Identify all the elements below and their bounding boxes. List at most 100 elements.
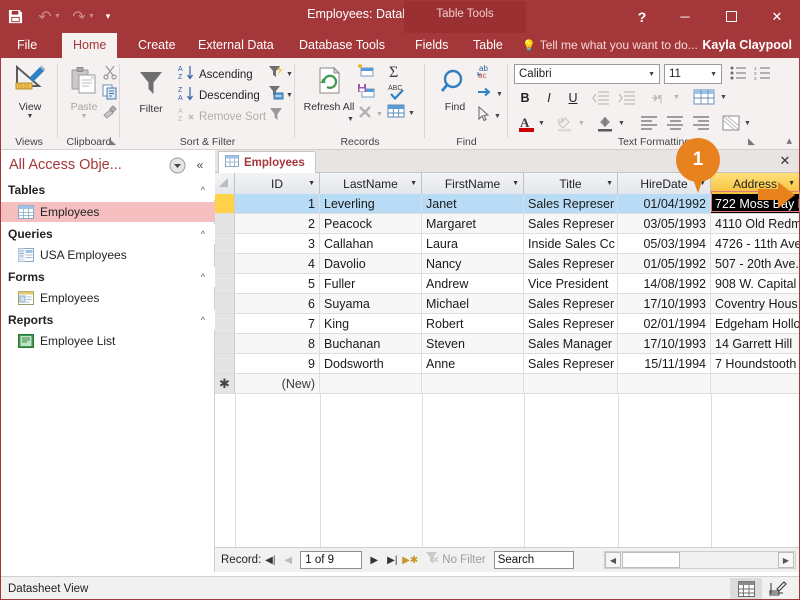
user-account-label[interactable]: Kayla Claypool xyxy=(702,33,792,58)
cell-new-firstname[interactable] xyxy=(422,374,524,394)
tab-database-tools[interactable]: Database Tools xyxy=(288,33,396,58)
tell-me-box[interactable]: 💡 Tell me what you want to do... xyxy=(522,33,698,58)
gridlines-button[interactable] xyxy=(692,87,716,107)
new-record-selector[interactable]: ✱ xyxy=(215,374,235,394)
cell-title[interactable]: Sales Represer xyxy=(524,194,618,214)
cell-hiredate[interactable]: 14/08/1992 xyxy=(618,274,711,294)
cell-firstname[interactable]: Nancy xyxy=(422,254,524,274)
cut-button[interactable] xyxy=(102,64,118,85)
tab-home[interactable]: Home xyxy=(62,33,118,58)
current-record-box[interactable]: 1 of 9 xyxy=(300,551,363,569)
datasheet-view-button[interactable] xyxy=(730,577,762,600)
cell-firstname[interactable]: Anne xyxy=(422,354,524,374)
clipboard-dialog-launcher[interactable]: ◣ xyxy=(109,136,116,147)
cell-hiredate[interactable]: 02/01/1994 xyxy=(618,314,711,334)
cell-id[interactable]: 3 xyxy=(235,234,320,254)
table-row[interactable]: 4 Davolio Nancy Sales Represer 01/05/199… xyxy=(215,254,800,274)
more-records-button[interactable]: ▼ xyxy=(387,104,415,123)
cell-title[interactable]: Sales Represer xyxy=(524,214,618,234)
cell-lastname[interactable]: Fuller xyxy=(320,274,422,294)
cell-id[interactable]: 7 xyxy=(235,314,320,334)
gridlines-dropdown-icon[interactable]: ▼ xyxy=(720,94,727,101)
alternate-row-color-dropdown-icon[interactable]: ▼ xyxy=(744,120,751,127)
cell-address[interactable]: 908 W. Capital xyxy=(711,274,800,294)
table-row[interactable]: 6 Suyama Michael Sales Represer 17/10/19… xyxy=(215,294,800,314)
advanced-filter-dropdown-icon[interactable]: ▼ xyxy=(286,71,293,78)
chevron-down-icon[interactable]: ▼ xyxy=(308,180,315,187)
horizontal-scrollbar[interactable]: ◀ ▶ xyxy=(604,551,796,569)
cell-new-lastname[interactable] xyxy=(320,374,422,394)
filter-selection-dropdown-icon[interactable]: ▼ xyxy=(286,92,293,99)
record-selector[interactable] xyxy=(215,254,235,274)
table-row[interactable]: 5 Fuller Andrew Vice President 14/08/199… xyxy=(215,274,800,294)
select-button[interactable]: ▼ xyxy=(477,105,501,127)
nav-item-form-employees[interactable]: Employees xyxy=(0,288,215,308)
delete-dropdown-icon[interactable]: ▼ xyxy=(376,111,383,118)
nav-group-tables[interactable]: Tables ^ xyxy=(0,180,215,200)
alternate-row-color-button[interactable] xyxy=(720,112,742,134)
first-record-button[interactable]: ◀| xyxy=(261,550,279,570)
cell-lastname[interactable]: Suyama xyxy=(320,294,422,314)
chevron-up-icon[interactable]: ^ xyxy=(201,229,205,239)
advanced-filter-button[interactable]: ▼ xyxy=(268,64,293,85)
tab-fields[interactable]: Fields xyxy=(404,33,459,58)
chevron-up-icon[interactable]: ^ xyxy=(201,185,205,195)
cell-hiredate[interactable]: 17/10/1993 xyxy=(618,294,711,314)
italic-button[interactable]: I xyxy=(540,88,558,108)
document-tab-employees[interactable]: Employees xyxy=(218,151,316,173)
font-name-dropdown-icon[interactable]: ▼ xyxy=(644,71,655,78)
highlight-dropdown-icon[interactable]: ▼ xyxy=(578,120,585,127)
chevron-down-icon[interactable]: ▼ xyxy=(410,180,417,187)
format-painter-button[interactable] xyxy=(102,104,118,125)
cell-address[interactable]: Edgeham Hollo xyxy=(711,314,800,334)
refresh-all-dropdown-icon[interactable]: ▼ xyxy=(347,116,354,123)
cell-hiredate[interactable]: 01/05/1992 xyxy=(618,254,711,274)
tab-create[interactable]: Create xyxy=(127,33,187,58)
record-selector[interactable] xyxy=(215,234,235,254)
replace-button[interactable]: ab ac xyxy=(477,63,497,85)
chevron-down-icon[interactable]: ▼ xyxy=(606,180,613,187)
cell-lastname[interactable]: Peacock xyxy=(320,214,422,234)
cell-firstname[interactable]: Laura xyxy=(422,234,524,254)
paste-dropdown-icon[interactable]: ▼ xyxy=(81,113,88,120)
cell-id[interactable]: 9 xyxy=(235,354,320,374)
cell-id[interactable]: 4 xyxy=(235,254,320,274)
scroll-left-icon[interactable]: ◀ xyxy=(605,552,621,568)
cell-title[interactable]: Sales Represer xyxy=(524,294,618,314)
font-color-button[interactable]: A xyxy=(516,112,536,134)
cell-new-hiredate[interactable] xyxy=(618,374,711,394)
refresh-all-button[interactable]: Refresh All xyxy=(303,66,355,113)
align-left-button[interactable] xyxy=(638,112,660,134)
nav-item-table-employees[interactable]: Employees xyxy=(0,202,215,222)
cell-hiredate[interactable]: 17/10/1993 xyxy=(618,334,711,354)
cell-address[interactable]: 507 - 20th Ave. xyxy=(711,254,800,274)
close-object-icon[interactable]: ✕ xyxy=(777,153,793,169)
record-selector[interactable] xyxy=(215,214,235,234)
nav-group-forms[interactable]: Forms ^ xyxy=(0,267,215,287)
record-selector[interactable] xyxy=(215,354,235,374)
search-input[interactable]: Search xyxy=(493,551,574,569)
toggle-filter-button[interactable] xyxy=(268,106,284,127)
cell-title[interactable]: Sales Manager xyxy=(524,334,618,354)
view-dropdown-icon[interactable]: ▼ xyxy=(27,113,34,120)
last-record-button[interactable]: ▶| xyxy=(383,550,401,570)
chevron-up-icon[interactable]: ^ xyxy=(201,315,205,325)
select-all-button[interactable] xyxy=(215,173,235,194)
table-row[interactable]: 9 Dodsworth Anne Sales Represer 15/11/19… xyxy=(215,354,800,374)
record-selector[interactable] xyxy=(215,294,235,314)
cell-hiredate[interactable]: 05/03/1994 xyxy=(618,234,711,254)
align-right-button[interactable] xyxy=(690,112,712,134)
filter-selection-button[interactable]: ▼ xyxy=(268,85,293,106)
text-direction-dropdown-icon[interactable]: ▼ xyxy=(673,94,680,101)
filter-status[interactable]: No Filter xyxy=(425,551,486,569)
totals-button[interactable]: Σ xyxy=(387,63,405,85)
cell-address[interactable]: 4110 Old Redm xyxy=(711,214,800,234)
close-button[interactable]: ✕ xyxy=(754,0,800,33)
record-selector[interactable] xyxy=(215,334,235,354)
underline-button[interactable]: U xyxy=(564,88,582,108)
save-record-button[interactable] xyxy=(357,83,375,104)
nav-group-reports[interactable]: Reports ^ xyxy=(0,310,215,330)
cell-id[interactable]: 8 xyxy=(235,334,320,354)
chevron-up-icon[interactable]: ^ xyxy=(201,272,205,282)
numbered-list-button[interactable]: 123 xyxy=(752,63,772,83)
